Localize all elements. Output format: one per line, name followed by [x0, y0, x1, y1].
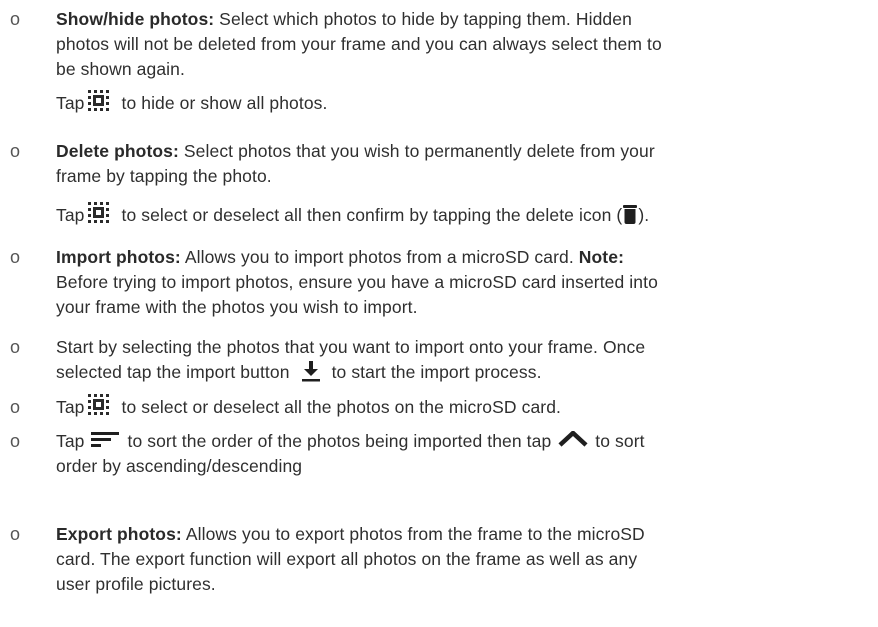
text-line: Before trying to import photos, ensure y…	[56, 272, 658, 292]
text-line: selected tap the import button to start …	[56, 360, 864, 385]
text-span: Tap	[56, 397, 85, 417]
text-line: be shown again.	[56, 59, 185, 79]
select-all-icon	[87, 394, 109, 416]
text-span: to sort the order of the photos being im…	[127, 431, 552, 451]
text-line: order by ascending/descending	[56, 456, 303, 476]
document-page: o Show/hide photos: Select which photos …	[0, 0, 878, 627]
list-item-body: Export photos: Allows you to export phot…	[56, 522, 864, 597]
text-line: Tap to sort the order of the photos bein…	[56, 429, 864, 454]
list-item-body: Show/hide photos: Select which photos to…	[56, 7, 864, 116]
bullet-marker: o	[10, 9, 21, 29]
text-line: Export photos: Allows you to export phot…	[56, 522, 864, 547]
bullet-marker: o	[10, 397, 21, 417]
list-item-body: Tap to sort the order of the photos bein…	[56, 429, 864, 479]
text-line: photos will not be deleted from your fra…	[56, 34, 662, 54]
select-all-icon	[87, 90, 109, 112]
text-span: to start the import process.	[331, 362, 542, 382]
text-span: to hide or show all photos.	[116, 93, 328, 113]
text-line: Show/hide photos: Select which photos to…	[56, 7, 864, 32]
sort-lines-icon	[91, 432, 120, 448]
text-line: your frame with the photos you wish to i…	[56, 297, 418, 317]
trash-icon	[623, 205, 638, 225]
bullet-marker: o	[10, 141, 21, 161]
text-span: selected tap the import button	[56, 362, 290, 382]
text-line: Tap to select or deselect all the photos…	[56, 394, 864, 420]
text-line: Import photos: Allows you to import phot…	[56, 245, 864, 270]
note-label: Note:	[578, 247, 624, 267]
text-span: Allows you to import photos from a micro…	[180, 247, 579, 267]
list-item-body: Tap to select or deselect all the photos…	[56, 394, 864, 420]
text-span: to select or deselect all then confirm b…	[116, 205, 623, 225]
text-line: Tap to hide or show all photos.	[56, 90, 864, 116]
bullet-marker: o	[10, 431, 21, 451]
download-icon	[301, 361, 320, 382]
chevron-up-icon	[558, 431, 588, 448]
bold-heading: Delete photos:	[56, 141, 179, 161]
list-item-body: Delete photos: Select photos that you wi…	[56, 139, 864, 228]
select-all-icon	[87, 202, 109, 224]
list-item-body: Start by selecting the photos that you w…	[56, 335, 864, 385]
text-line: Start by selecting the photos that you w…	[56, 337, 646, 357]
text-span: Select photos that you wish to permanent…	[178, 141, 655, 161]
text-span: to sort	[595, 431, 645, 451]
text-line: Tap to select or deselect all then confi…	[56, 202, 864, 228]
text-span: Select which photos to hide by tapping t…	[214, 9, 632, 29]
bold-heading: Show/hide photos:	[56, 9, 215, 29]
text-span: Tap	[56, 93, 85, 113]
bullet-marker: o	[10, 247, 21, 267]
text-line: frame by tapping the photo.	[56, 166, 272, 186]
text-span: ).	[638, 205, 650, 225]
text-line: user profile pictures.	[56, 574, 216, 594]
text-line: Delete photos: Select photos that you wi…	[56, 139, 864, 164]
text-span: Tap	[56, 205, 85, 225]
text-line: card. The export function will export al…	[56, 549, 638, 569]
bold-heading: Import photos:	[56, 247, 181, 267]
bold-heading: Export photos:	[56, 524, 182, 544]
text-span: Allows you to export photos from the fra…	[181, 524, 645, 544]
bullet-marker: o	[10, 337, 21, 357]
list-item-body: Import photos: Allows you to import phot…	[56, 245, 864, 320]
text-span: Tap	[56, 431, 85, 451]
text-span: to select or deselect all the photos on …	[116, 397, 562, 417]
bullet-marker: o	[10, 524, 21, 544]
